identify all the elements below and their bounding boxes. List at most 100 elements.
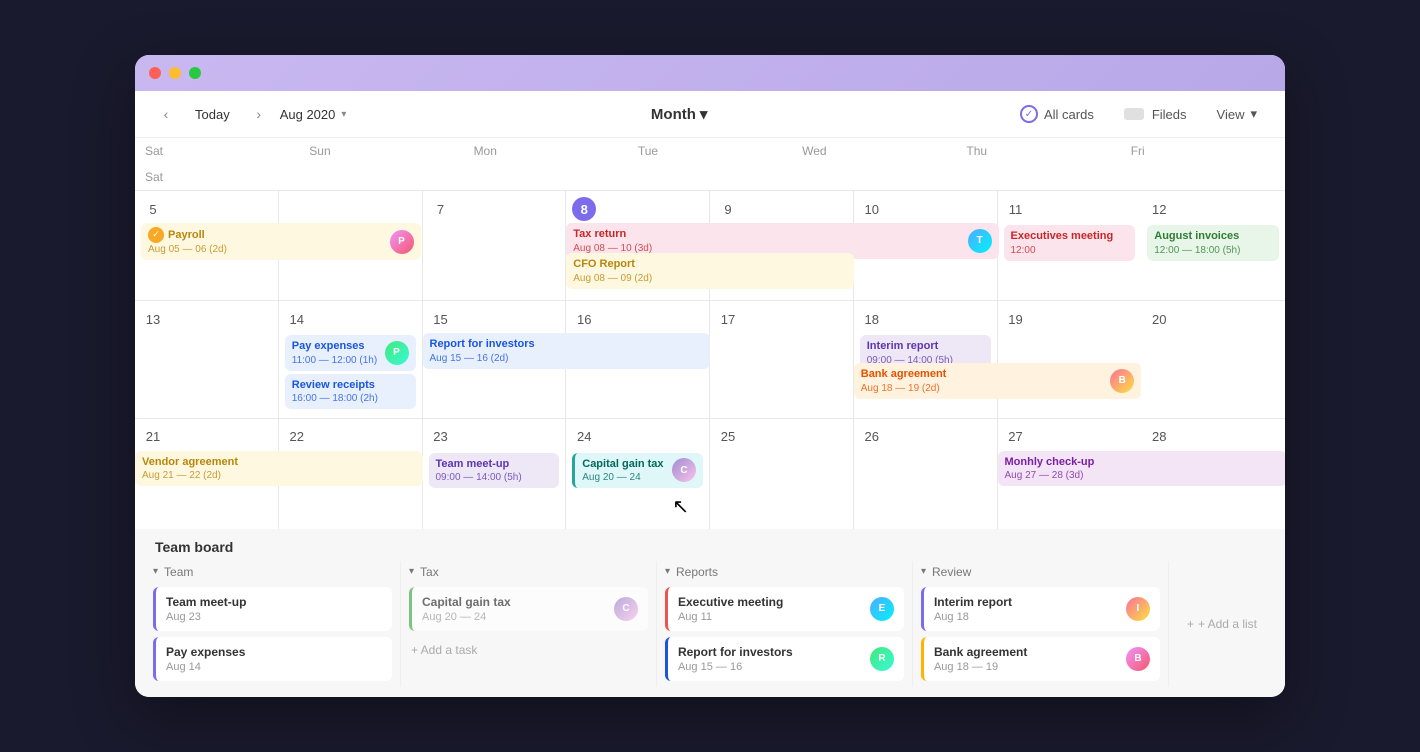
board-card-bank-agreement[interactable]: Bank agreement Aug 18 — 19 B xyxy=(921,637,1160,681)
day-header-sat1: Sat xyxy=(135,138,299,164)
day-header-wed: Wed xyxy=(792,138,956,164)
report-investors-card-row: Report for investors Aug 15 — 16 R xyxy=(678,645,894,673)
board-section: Team board ▾ Team Team meet-up Aug 23 Pa… xyxy=(135,529,1285,697)
cal-cell-24[interactable]: 24 Capital gain tax Aug 20 — 24 C ↖ xyxy=(566,419,710,529)
add-task-tax[interactable]: + Add a task xyxy=(409,637,648,663)
event-pay-expenses[interactable]: Pay expenses 11:00 — 12:00 (1h) P xyxy=(285,335,416,370)
team-meetup-card-sub: Aug 23 xyxy=(166,611,382,623)
event-team-meetup[interactable]: Team meet-up 09:00 — 14:00 (5h) xyxy=(429,453,560,488)
month-selector[interactable]: Aug 2020 ▾ xyxy=(280,107,347,122)
capital-gain-avatar: C xyxy=(672,458,696,482)
date-17: 17 xyxy=(716,307,740,331)
date-28: 28 xyxy=(1147,425,1171,449)
maximize-dot[interactable] xyxy=(189,67,201,79)
cal-cell-7[interactable]: 7 xyxy=(423,191,567,301)
board-card-team-meetup[interactable]: Team meet-up Aug 23 xyxy=(153,587,392,631)
date-21: 21 xyxy=(141,425,165,449)
cal-cell-17[interactable]: 17 xyxy=(710,301,854,419)
board-card-executive[interactable]: Executive meeting Aug 11 E xyxy=(665,587,904,631)
board-card-interim[interactable]: Interim report Aug 18 I xyxy=(921,587,1160,631)
event-august-invoices[interactable]: August invoices 12:00 — 18:00 (5h) xyxy=(1147,225,1279,260)
event-executives[interactable]: Executives meeting 12:00 xyxy=(1004,225,1136,260)
date-18: 18 xyxy=(860,307,884,331)
board-list-tax: ▾ Tax Capital gain tax Aug 20 — 24 C + A… xyxy=(401,561,657,687)
event-cfo-report[interactable]: CFO Report Aug 08 — 09 (2d) xyxy=(566,253,854,288)
all-cards-button[interactable]: ✓ All cards xyxy=(1012,101,1102,127)
executives-sub: 12:00 xyxy=(1011,244,1129,257)
event-payroll[interactable]: ✓ Payroll Aug 05 — 06 (2d) P xyxy=(141,223,421,260)
board-card-capital-gain[interactable]: Capital gain tax Aug 20 — 24 C xyxy=(409,587,648,631)
close-dot[interactable] xyxy=(149,67,161,79)
fileds-label: Fileds xyxy=(1152,107,1187,122)
team-meetup-sub: 09:00 — 14:00 (5h) xyxy=(436,471,553,484)
board-card-report-investors[interactable]: Report for investors Aug 15 — 16 R xyxy=(665,637,904,681)
date-16: 16 xyxy=(572,307,596,331)
cursor: ↖ xyxy=(672,494,689,519)
day-header-thu: Thu xyxy=(956,138,1120,164)
event-capital-gain[interactable]: Capital gain tax Aug 20 — 24 C xyxy=(572,453,703,488)
event-review-receipts[interactable]: Review receipts 16:00 — 18:00 (2h) xyxy=(285,374,416,409)
capital-gain-card-row: Capital gain tax Aug 20 — 24 C xyxy=(422,595,638,623)
cal-cell-23[interactable]: 23 Team meet-up 09:00 — 14:00 (5h) xyxy=(423,419,567,529)
view-label2: View xyxy=(1217,107,1245,122)
event-vendor-agreement[interactable]: Vendor agreement Aug 21 — 22 (2d) xyxy=(135,451,423,486)
cal-cell-26[interactable]: 26 xyxy=(854,419,998,529)
cal-cell-13[interactable]: 13 xyxy=(135,301,279,419)
board-header: Team board xyxy=(135,529,1285,561)
team-meetup-title: Team meet-up xyxy=(436,457,553,471)
board-card-pay-expenses[interactable]: Pay expenses Aug 14 xyxy=(153,637,392,681)
event-report-investors[interactable]: Report for investors Aug 15 — 16 (2d) xyxy=(423,333,711,368)
view-selector[interactable]: Month ▾ xyxy=(651,105,708,123)
date-14: 14 xyxy=(285,307,309,331)
cal-cell-8[interactable]: 8 Tax return Aug 08 — 10 (3d) T CFO Repo… xyxy=(566,191,710,301)
review-receipts-title: Review receipts xyxy=(292,378,409,392)
cal-cell-11[interactable]: 11 Executives meeting 12:00 xyxy=(998,191,1142,301)
date-26: 26 xyxy=(860,425,884,449)
cal-cell-14[interactable]: 14 Pay expenses 11:00 — 12:00 (1h) P Rev… xyxy=(279,301,423,419)
today-button[interactable]: Today xyxy=(187,103,238,126)
payroll-check: ✓ xyxy=(148,227,164,243)
date-27: 27 xyxy=(1004,425,1028,449)
list-header-reports: ▾ Reports xyxy=(665,561,904,587)
minimize-dot[interactable] xyxy=(169,67,181,79)
list-header-tax: ▾ Tax xyxy=(409,561,648,587)
week-2: 13 14 Pay expenses 11:00 — 12:00 (1h) P xyxy=(135,301,1285,419)
cal-cell-21[interactable]: 21 Vendor agreement Aug 21 — 22 (2d) xyxy=(135,419,279,529)
cal-cell-20[interactable]: 20 xyxy=(1141,301,1285,419)
date-25: 25 xyxy=(716,425,740,449)
payroll-sub: Aug 05 — 06 (2d) xyxy=(148,243,227,256)
event-monthly-checkup[interactable]: Monhly check-up Aug 27 — 28 (3d) xyxy=(998,451,1286,486)
week-1-cells: 5 ✓ Payroll Aug 05 — 06 (2d) P xyxy=(135,191,1285,301)
cal-cell-27[interactable]: 27 Monhly check-up Aug 27 — 28 (3d) xyxy=(998,419,1142,529)
day-header-sat2: Sat xyxy=(135,164,299,190)
next-button[interactable]: › xyxy=(248,103,270,125)
executive-board-avatar: E xyxy=(870,597,894,621)
add-list-button[interactable]: + + Add a list xyxy=(1179,613,1265,635)
check-icon: ✓ xyxy=(1020,105,1038,123)
event-bank-agreement[interactable]: Bank agreement Aug 18 — 19 (2d) B xyxy=(854,363,1142,398)
bank-agreement-board-avatar: B xyxy=(1126,647,1150,671)
cal-cell-25[interactable]: 25 xyxy=(710,419,854,529)
team-list-name: Team xyxy=(164,565,193,579)
date-9: 9 xyxy=(716,197,740,221)
cal-cell-15[interactable]: 15 Report for investors Aug 15 — 16 (2d) xyxy=(423,301,567,419)
cal-cell-5[interactable]: 5 ✓ Payroll Aug 05 — 06 (2d) P xyxy=(135,191,279,301)
cal-cell-18[interactable]: 18 Interim report 09:00 — 14:00 (5h) Ban… xyxy=(854,301,998,419)
app-window: ‹ Today › Aug 2020 ▾ Month ▾ ✓ All cards… xyxy=(135,55,1285,697)
week-3: 21 Vendor agreement Aug 21 — 22 (2d) 22 … xyxy=(135,419,1285,529)
cal-cell-19[interactable]: 19 xyxy=(998,301,1142,419)
cfo-sub: Aug 08 — 09 (2d) xyxy=(573,272,847,285)
cal-cell-12[interactable]: 12 August invoices 12:00 — 18:00 (5h) xyxy=(1141,191,1285,301)
pay-expenses-card-sub: Aug 14 xyxy=(166,661,382,673)
day-header-tue: Tue xyxy=(628,138,792,164)
capital-gain-sub: Aug 20 — 24 xyxy=(582,471,663,484)
prev-button[interactable]: ‹ xyxy=(155,103,177,125)
tax-list-name: Tax xyxy=(420,565,439,579)
fileds-icon xyxy=(1124,108,1144,120)
week-1: 5 ✓ Payroll Aug 05 — 06 (2d) P xyxy=(135,191,1285,301)
cfo-title: CFO Report xyxy=(573,257,847,271)
view-arrow-icon: ▾ xyxy=(1250,106,1257,122)
view-button[interactable]: View ▾ xyxy=(1209,102,1265,126)
fileds-button[interactable]: Fileds xyxy=(1116,103,1195,126)
bank-agreement-title: Bank agreement xyxy=(861,367,947,381)
